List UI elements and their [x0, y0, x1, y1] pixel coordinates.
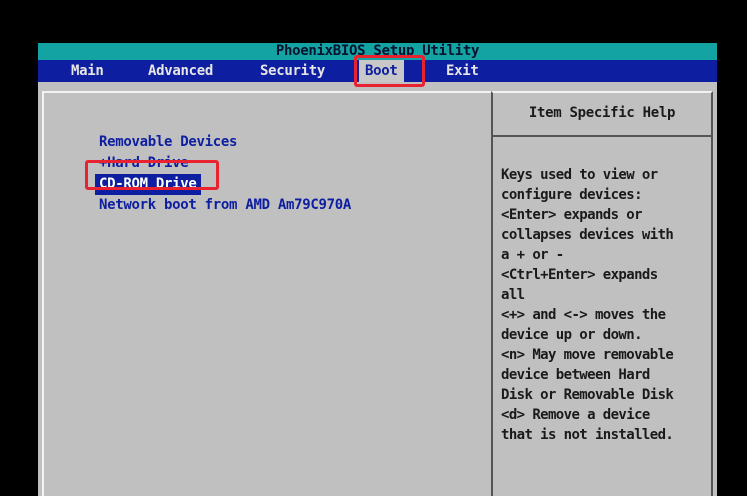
- help-line: <n> May move removable: [501, 347, 674, 363]
- menu-boot[interactable]: Boot: [359, 60, 404, 82]
- help-line: configure devices:: [501, 187, 643, 203]
- help-line: collapses devices with: [501, 227, 674, 243]
- help-line: Keys used to view or: [501, 167, 658, 183]
- help-line: <Ctrl+Enter> expands: [501, 267, 658, 283]
- window-title: PhoenixBIOS Setup Utility: [38, 43, 717, 60]
- menu-bar: Main Advanced Security Boot Exit: [38, 60, 717, 82]
- boot-device-list: Removable Devices +Hard Drive CD-ROM Dri…: [95, 132, 351, 216]
- help-line: a + or -: [501, 247, 564, 263]
- help-line: Disk or Removable Disk: [501, 387, 674, 403]
- boot-item-hard-drive[interactable]: +Hard Drive: [99, 153, 351, 174]
- boot-item-label: +Hard Drive: [99, 155, 189, 171]
- help-line: <Enter> expands or: [501, 207, 643, 223]
- help-header: Item Specific Help: [493, 93, 711, 137]
- boot-item-label: Removable Devices: [99, 134, 238, 150]
- boot-item-label: CD-ROM Drive: [95, 174, 201, 195]
- help-line: <+> and <-> moves the: [501, 307, 666, 323]
- menu-security[interactable]: Security: [260, 60, 325, 82]
- boot-item-network-boot[interactable]: Network boot from AMD Am79C970A: [99, 195, 351, 216]
- help-text: Keys used to view or configure devices: …: [501, 165, 709, 445]
- boot-item-label: Network boot from AMD Am79C970A: [99, 197, 351, 213]
- menu-exit[interactable]: Exit: [446, 60, 479, 82]
- menu-advanced[interactable]: Advanced: [148, 60, 213, 82]
- help-line: device between Hard: [501, 367, 650, 383]
- help-line: that is not installed.: [501, 427, 674, 443]
- menu-main[interactable]: Main: [71, 60, 104, 82]
- boot-item-removable-devices[interactable]: Removable Devices: [99, 132, 351, 153]
- help-line: all: [501, 287, 525, 303]
- item-help-pane: Item Specific Help Keys used to view or …: [491, 91, 713, 496]
- setup-content: Removable Devices +Hard Drive CD-ROM Dri…: [38, 82, 717, 496]
- help-line: device up or down.: [501, 327, 643, 343]
- boot-item-cd-rom-drive[interactable]: CD-ROM Drive: [95, 174, 351, 195]
- bios-screen: PhoenixBIOS Setup Utility Main Advanced …: [0, 0, 747, 496]
- boot-order-pane: Removable Devices +Hard Drive CD-ROM Dri…: [42, 91, 491, 496]
- help-line: <d> Remove a device: [501, 407, 650, 423]
